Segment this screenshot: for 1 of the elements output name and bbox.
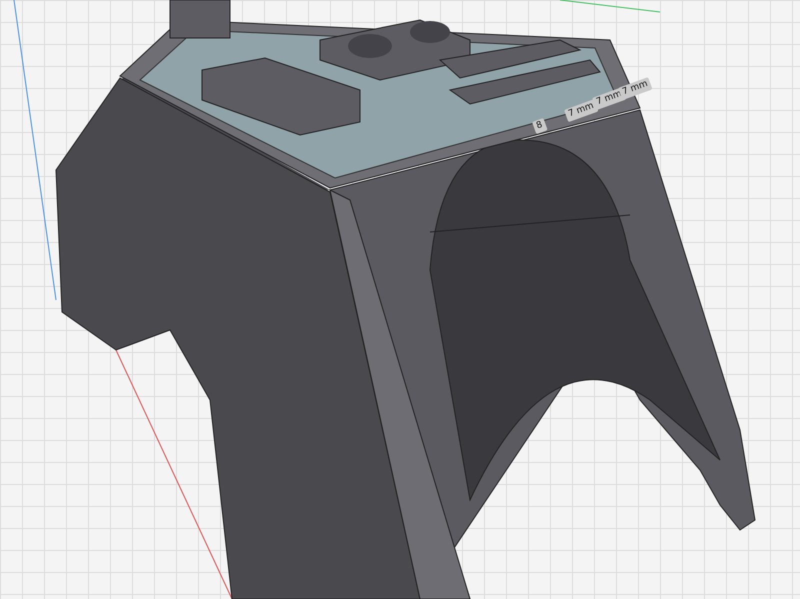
- cad-viewport[interactable]: 8 7 mm 7 mm 7 mm: [0, 0, 800, 599]
